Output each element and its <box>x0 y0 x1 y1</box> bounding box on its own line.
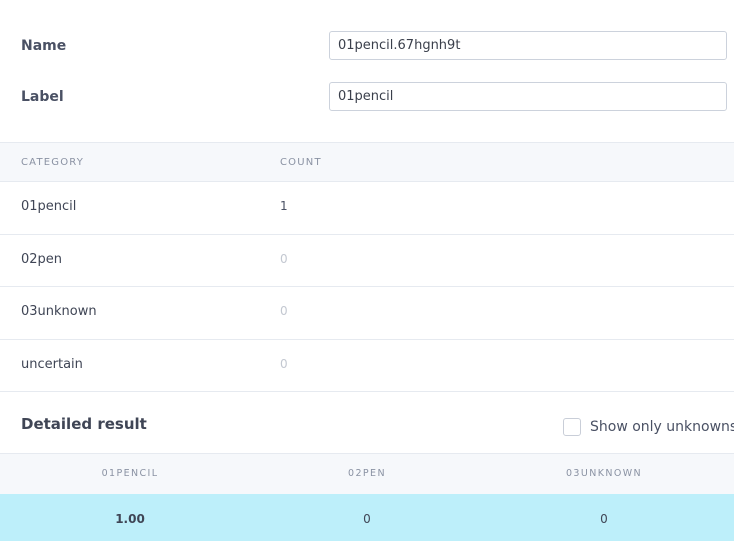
result-cell-01pencil: 1.00 <box>115 512 145 526</box>
category-cell: 01pencil <box>21 199 77 214</box>
count-cell: 0 <box>280 304 288 318</box>
result-column-header-02pen: 02PEN <box>348 468 386 479</box>
table-row: uncertain 0 <box>0 340 734 392</box>
table-row: 01pencil 1 <box>0 182 734 235</box>
name-row: Name <box>0 31 734 63</box>
show-only-unknowns-checkbox[interactable] <box>563 418 581 436</box>
count-cell: 1 <box>280 199 288 213</box>
result-cell-02pen: 0 <box>363 512 371 526</box>
category-column-header: CATEGORY <box>21 157 85 168</box>
result-column-header-03unknown: 03UNKNOWN <box>565 468 643 479</box>
name-input[interactable] <box>329 31 727 60</box>
result-cell-03unknown: 0 <box>600 512 608 526</box>
show-only-unknowns-toggle[interactable]: Show only unknowns <box>563 416 734 438</box>
label-input[interactable] <box>329 82 727 111</box>
category-cell: 02pen <box>21 251 63 267</box>
result-row[interactable]: 1.00 0 0 <box>0 494 734 541</box>
count-cell: 0 <box>280 356 288 371</box>
label-label: Label <box>21 89 64 105</box>
count-column-header: COUNT <box>280 157 322 168</box>
table-row: 02pen 0 <box>0 235 734 287</box>
name-label: Name <box>21 38 67 54</box>
category-table-header: CATEGORY COUNT <box>0 142 734 182</box>
show-only-unknowns-label: Show only unknowns <box>590 419 734 435</box>
detailed-result-title: Detailed result <box>21 415 147 433</box>
count-cell: 0 <box>280 251 288 266</box>
result-table-header: 01PENCIL 02PEN 03UNKNOWN <box>0 453 734 494</box>
label-row: Label <box>0 82 734 114</box>
table-row: 03unknown 0 <box>0 287 734 340</box>
category-table: CATEGORY COUNT 01pencil 1 02pen 0 03unkn… <box>0 142 734 392</box>
category-cell: uncertain <box>21 356 83 372</box>
result-column-header-01pencil: 01PENCIL <box>101 468 159 479</box>
category-cell: 03unknown <box>21 304 97 319</box>
